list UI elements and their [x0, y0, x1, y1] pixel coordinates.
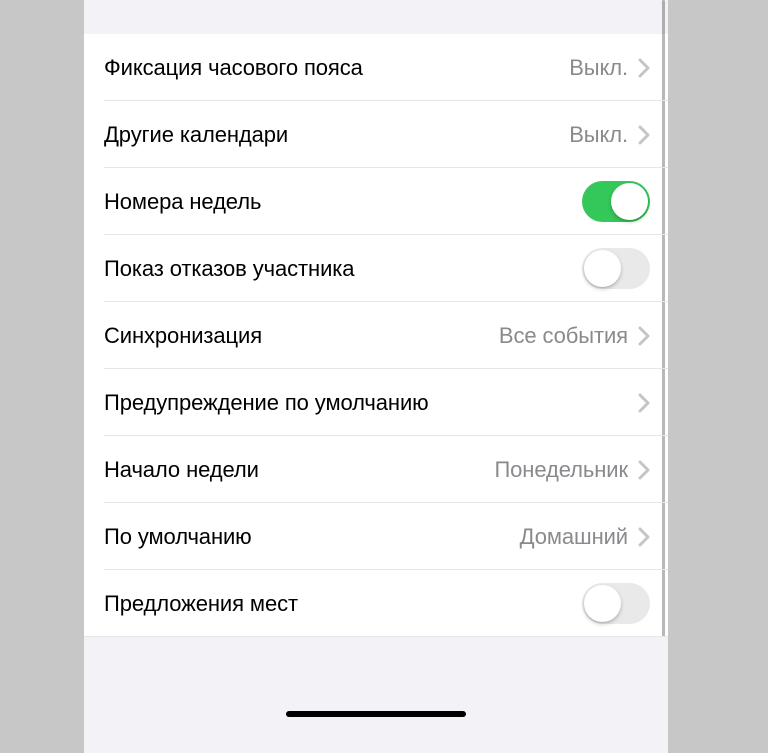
row-timezone-override[interactable]: Фиксация часового пояса Выкл. [84, 34, 668, 101]
row-label: Предложения мест [104, 591, 582, 617]
row-label: Номера недель [104, 189, 582, 215]
settings-screen: Фиксация часового пояса Выкл. Другие кал… [84, 0, 668, 753]
chevron-right-icon [638, 58, 650, 78]
row-value: Домашний [520, 524, 628, 550]
chevron-right-icon [638, 460, 650, 480]
chevron-right-icon [638, 393, 650, 413]
toggle-show-declined[interactable] [582, 248, 650, 289]
row-default-alert[interactable]: Предупреждение по умолчанию [84, 369, 668, 436]
row-value: Выкл. [569, 122, 628, 148]
toggle-knob [584, 585, 621, 622]
row-week-numbers: Номера недель [84, 168, 668, 235]
row-label: Показ отказов участника [104, 256, 582, 282]
row-label: Синхронизация [104, 323, 499, 349]
settings-list: Фиксация часового пояса Выкл. Другие кал… [84, 34, 668, 637]
row-show-declined: Показ отказов участника [84, 235, 668, 302]
toggle-knob [584, 250, 621, 287]
row-value: Понедельник [494, 457, 628, 483]
row-value: Выкл. [569, 55, 628, 81]
row-label: Фиксация часового пояса [104, 55, 569, 81]
row-label: Начало недели [104, 457, 494, 483]
chevron-right-icon [638, 527, 650, 547]
row-start-week[interactable]: Начало недели Понедельник [84, 436, 668, 503]
footer-space [84, 637, 668, 727]
home-indicator[interactable] [286, 711, 466, 717]
chevron-right-icon [638, 125, 650, 145]
row-label: Предупреждение по умолчанию [104, 390, 638, 416]
row-label: Другие календари [104, 122, 569, 148]
row-sync[interactable]: Синхронизация Все события [84, 302, 668, 369]
header-space [84, 0, 668, 34]
row-alternate-calendars[interactable]: Другие календари Выкл. [84, 101, 668, 168]
row-value: Все события [499, 323, 628, 349]
chevron-right-icon [638, 326, 650, 346]
toggle-week-numbers[interactable] [582, 181, 650, 222]
toggle-knob [611, 183, 648, 220]
toggle-location-suggestions[interactable] [582, 583, 650, 624]
row-location-suggestions: Предложения мест [84, 570, 668, 637]
row-default-calendar[interactable]: По умолчанию Домашний [84, 503, 668, 570]
row-label: По умолчанию [104, 524, 520, 550]
